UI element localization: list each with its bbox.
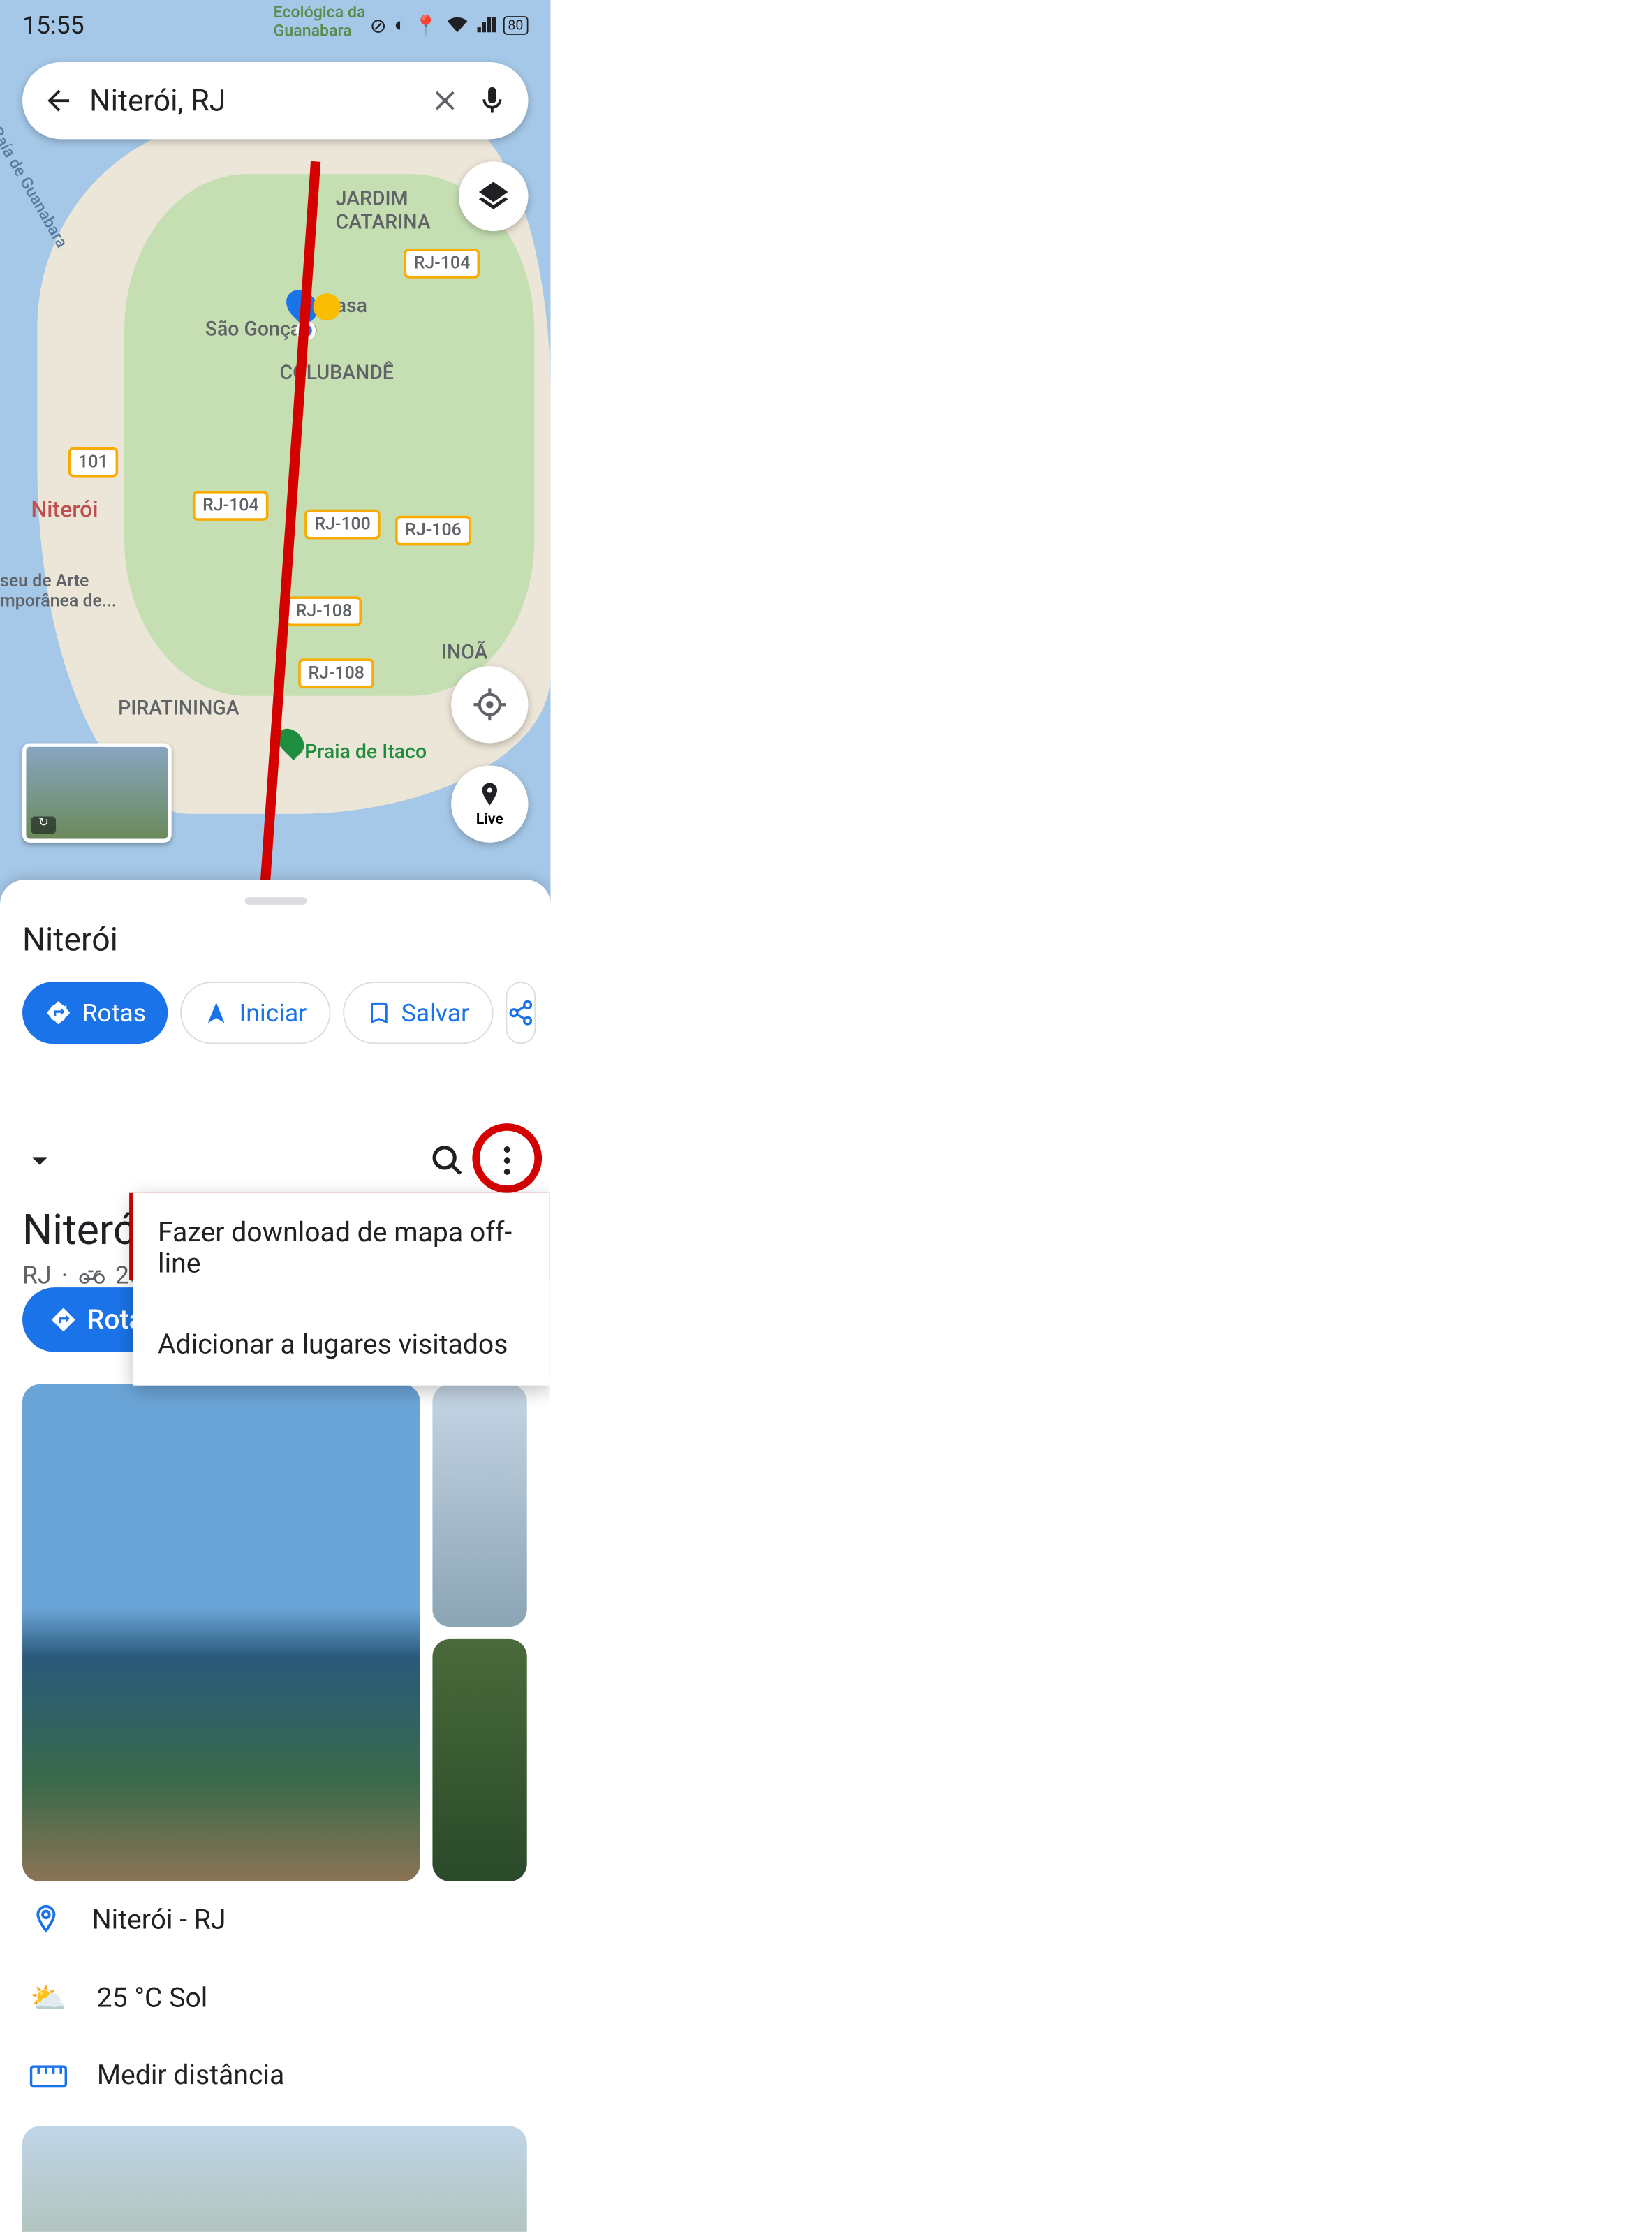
screen-download-area: Fazer download desta área? São Gonçalo C… bbox=[0, 2232, 550, 2234]
status-time: 15:55 bbox=[22, 10, 84, 40]
status-bar: 15:55 ⊘ ◐ 📍 80 bbox=[0, 0, 551, 50]
search-input[interactable]: Niterói, RJ bbox=[89, 83, 414, 118]
layers-button[interactable] bbox=[459, 161, 529, 231]
location-dot-icon bbox=[296, 320, 316, 340]
map-label: JARDIMCATARINA bbox=[336, 186, 431, 234]
gallery-photo-main[interactable] bbox=[22, 1384, 420, 1881]
start-label: Iniciar bbox=[239, 998, 307, 1028]
map-label: PIRATININGA bbox=[118, 696, 239, 720]
drag-handle[interactable] bbox=[244, 897, 307, 905]
info-weather-text: 25 °C Sol bbox=[97, 1983, 208, 2014]
signal-icon bbox=[475, 16, 495, 34]
search-bar[interactable]: Niterói, RJ bbox=[22, 62, 528, 139]
menu-download-offline[interactable]: Fazer download de mapa off-line bbox=[133, 1193, 549, 1305]
map-city-label: Niterói bbox=[31, 497, 98, 523]
motorcycle-icon bbox=[78, 1266, 105, 1284]
collapse-icon[interactable] bbox=[22, 1144, 57, 1178]
save-chip[interactable]: Salvar bbox=[343, 982, 493, 1044]
routes-label: Rotas bbox=[82, 998, 146, 1028]
back-arrow-icon[interactable] bbox=[43, 84, 75, 117]
road-badge: 101 bbox=[68, 447, 118, 478]
info-location-row[interactable]: Niterói - RJ bbox=[0, 1881, 550, 1958]
map-label: seu de Artemporânea de... bbox=[0, 572, 117, 612]
map-label: COLUBANDÊ bbox=[280, 360, 394, 384]
gallery-photo-bottom[interactable] bbox=[22, 2126, 527, 2232]
battery-icon: 80 bbox=[503, 15, 528, 34]
clear-icon[interactable] bbox=[429, 84, 461, 117]
sun-icon: ⛅ bbox=[30, 1981, 67, 2015]
wifi-icon bbox=[445, 16, 468, 34]
screen-map-search: Ecológica daGuanabara JARDIMCATARINA São… bbox=[0, 0, 551, 1116]
start-chip[interactable]: Iniciar bbox=[181, 982, 330, 1044]
road-badge: RJ-108 bbox=[286, 596, 362, 626]
rotation-lock-icon: ⊘ bbox=[370, 13, 387, 37]
streetview-thumbnail[interactable]: ↻ bbox=[22, 743, 172, 842]
more-menu-icon[interactable] bbox=[487, 1141, 527, 1181]
gallery-photo[interactable] bbox=[432, 1639, 526, 1881]
location-status-icon: 📍 bbox=[413, 13, 438, 37]
star-pin-icon bbox=[314, 293, 341, 320]
info-weather-row[interactable]: ⛅ 25 °C Sol bbox=[0, 1958, 550, 2038]
photo-gallery[interactable] bbox=[0, 1384, 550, 1881]
search-icon[interactable] bbox=[430, 1144, 465, 1178]
mic-icon[interactable] bbox=[476, 84, 508, 117]
ruler-icon bbox=[30, 2064, 67, 2087]
road-badge: RJ-104 bbox=[404, 249, 480, 279]
place-bottom-sheet[interactable]: Niterói Rotas Iniciar Salvar bbox=[0, 880, 551, 1116]
routes-chip[interactable]: Rotas bbox=[22, 982, 168, 1044]
pin-icon bbox=[30, 1904, 62, 1936]
info-measure-row[interactable]: Medir distância bbox=[0, 2038, 550, 2114]
map-label: INOÃ bbox=[441, 640, 487, 664]
sheet-place-title: Niterói bbox=[22, 922, 528, 959]
overflow-menu: Fazer download de mapa off-line Adiciona… bbox=[133, 1193, 549, 1386]
screen-place-details: Niterói RJ · 25 m Rotas Fazer download d… bbox=[0, 1116, 550, 2231]
road-badge: RJ-104 bbox=[193, 491, 269, 521]
locate-button[interactable] bbox=[451, 666, 528, 743]
dnd-icon: ◐ bbox=[394, 13, 406, 38]
gallery-photo[interactable] bbox=[432, 1384, 526, 1627]
road-badge: RJ-106 bbox=[395, 516, 471, 546]
info-measure-text: Medir distância bbox=[97, 2060, 284, 2092]
menu-add-visited[interactable]: Adicionar a lugares visitados bbox=[133, 1305, 549, 1386]
road-badge: RJ-100 bbox=[304, 510, 381, 540]
info-location-text: Niterói - RJ bbox=[92, 1904, 226, 1936]
share-chip[interactable] bbox=[506, 982, 536, 1044]
water-label: Baía de Guanabara bbox=[0, 124, 71, 251]
map-label: Praia de Itaco bbox=[304, 739, 427, 763]
save-label: Salvar bbox=[401, 998, 470, 1028]
road-badge: RJ-108 bbox=[298, 658, 374, 688]
live-view-button[interactable]: Live bbox=[451, 765, 528, 842]
live-label: Live bbox=[476, 811, 503, 828]
download-header: Fazer download desta área? bbox=[0, 2232, 550, 2234]
